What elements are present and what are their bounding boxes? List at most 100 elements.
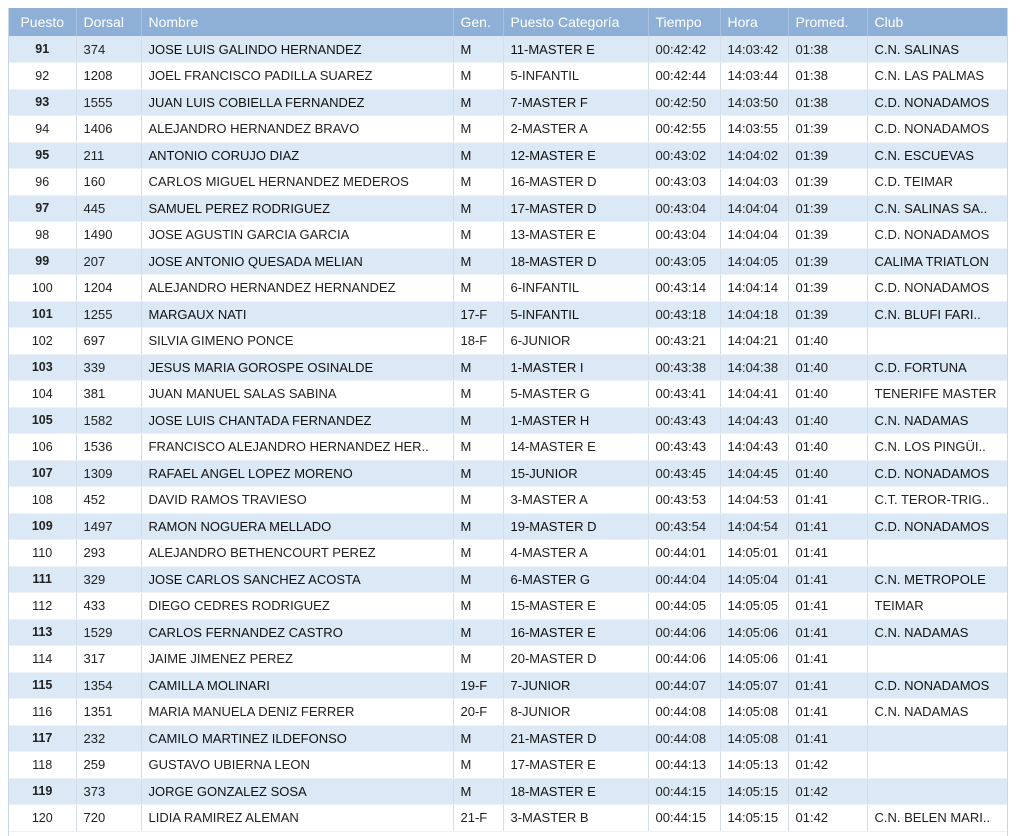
cell-dorsal: 232 <box>76 725 142 752</box>
cell-club <box>867 539 1007 567</box>
cell-promed: 01:41 <box>788 539 868 567</box>
cell-tiempo: 00:43:02 <box>648 142 721 169</box>
cell-club <box>867 645 1007 673</box>
table-body: 91 374 JOSE LUIS GALINDO HERNANDEZ M 11-MAST… <box>9 36 1007 832</box>
cell-nombre: JOSE CARLOS SANCHEZ ACOSTA <box>141 566 454 593</box>
cell-club: C.N. METROPOLE <box>867 566 1007 593</box>
cell-promed: 01:39 <box>788 195 868 222</box>
cell-promed: 01:40 <box>788 460 868 487</box>
header-puesto[interactable]: Puesto <box>9 8 77 36</box>
table-row: 115 1354 CAMILLA MOLINARI 19-F 7-JUNIOR 00:44… <box>9 672 1007 699</box>
header-promed[interactable]: Promed. <box>788 8 868 36</box>
cell-promed: 01:41 <box>788 725 868 752</box>
header-nombre[interactable]: Nombre <box>141 8 454 36</box>
cell-hora: 14:05:15 <box>720 804 789 832</box>
cell-club: C.D. NONADAMOS <box>867 672 1007 699</box>
cell-puesto: 115 <box>9 672 77 699</box>
cell-gen: 18-F <box>453 327 504 355</box>
header-puesto-categoria[interactable]: Puesto Categoría <box>503 8 649 36</box>
cell-nombre: JOSE AGUSTIN GARCIA GARCIA <box>141 221 454 249</box>
cell-puesto: 108 <box>9 486 77 514</box>
cell-nombre: JOSE LUIS CHANTADA FERNANDEZ <box>141 407 454 434</box>
cell-puesto: 91 <box>9 36 77 63</box>
cell-club: TEIMAR <box>867 592 1007 620</box>
cell-hora: 14:03:44 <box>720 62 789 90</box>
cell-hora: 14:05:06 <box>720 645 789 673</box>
cell-hora: 14:04:21 <box>720 327 789 355</box>
cell-club: TENERIFE MASTER <box>867 380 1007 408</box>
cell-puesto-categoria: 15-MASTER E <box>503 592 649 620</box>
cell-puesto-categoria: 17-MASTER D <box>503 195 649 222</box>
cell-gen: 21-F <box>453 804 504 832</box>
cell-dorsal: 211 <box>76 142 142 169</box>
cell-nombre: ALEJANDRO BETHENCOURT PEREZ <box>141 539 454 567</box>
cell-tiempo: 00:44:06 <box>648 619 721 646</box>
cell-nombre: JORGE GONZALEZ SOSA <box>141 778 454 805</box>
cell-dorsal: 160 <box>76 168 142 196</box>
cell-dorsal: 1555 <box>76 89 142 116</box>
cell-hora: 14:04:41 <box>720 380 789 408</box>
header-tiempo[interactable]: Tiempo <box>648 8 721 36</box>
cell-puesto-categoria: 5-INFANTIL <box>503 62 649 90</box>
cell-gen: M <box>453 221 504 249</box>
cell-club: C.N. NADAMAS <box>867 698 1007 726</box>
cell-puesto-categoria: 13-MASTER E <box>503 221 649 249</box>
cell-dorsal: 317 <box>76 645 142 673</box>
table-row: 113 1529 CARLOS FERNANDEZ CASTRO M 16-MASTER… <box>9 619 1007 646</box>
cell-hora: 14:04:43 <box>720 433 789 461</box>
cell-tiempo: 00:44:05 <box>648 592 721 620</box>
cell-puesto: 106 <box>9 433 77 461</box>
cell-nombre: JOSE LUIS GALINDO HERNANDEZ <box>141 36 454 63</box>
cell-tiempo: 00:43:41 <box>648 380 721 408</box>
cell-tiempo: 00:43:38 <box>648 354 721 381</box>
cell-gen: M <box>453 407 504 434</box>
table-row: 95 211 ANTONIO CORUJO DIAZ M 12-MASTER E 00:4… <box>9 142 1007 169</box>
cell-dorsal: 1309 <box>76 460 142 487</box>
cell-nombre: DAVID RAMOS TRAVIESO <box>141 486 454 514</box>
cell-hora: 14:04:45 <box>720 460 789 487</box>
cell-club: C.D. NONADAMOS <box>867 89 1007 116</box>
cell-tiempo: 00:43:53 <box>648 486 721 514</box>
table-row: 107 1309 RAFAEL ANGEL LOPEZ MORENO M 15-JUNI… <box>9 460 1007 487</box>
header-gen[interactable]: Gen. <box>453 8 504 36</box>
cell-gen: M <box>453 433 504 461</box>
header-club[interactable]: Club <box>867 8 1007 36</box>
cell-gen: M <box>453 486 504 514</box>
cell-puesto: 103 <box>9 354 77 381</box>
cell-hora: 14:04:54 <box>720 513 789 540</box>
cell-club <box>867 778 1007 805</box>
cell-puesto: 112 <box>9 592 77 620</box>
cell-promed: 01:39 <box>788 221 868 249</box>
cell-nombre: MARGAUX NATI <box>141 301 454 328</box>
cell-nombre: RAMON NOGUERA MELLADO <box>141 513 454 540</box>
cell-dorsal: 374 <box>76 36 142 63</box>
table-row: 100 1204 ALEJANDRO HERNANDEZ HERNANDEZ M 6-I… <box>9 274 1007 302</box>
cell-club <box>867 327 1007 355</box>
cell-dorsal: 1490 <box>76 221 142 249</box>
cell-puesto-categoria: 21-MASTER D <box>503 725 649 752</box>
cell-gen: M <box>453 36 504 63</box>
cell-puesto-categoria: 11-MASTER E <box>503 36 649 63</box>
cell-puesto-categoria: 14-MASTER E <box>503 433 649 461</box>
cell-club <box>867 751 1007 779</box>
cell-puesto: 96 <box>9 168 77 196</box>
header-hora[interactable]: Hora <box>720 8 789 36</box>
cell-dorsal: 452 <box>76 486 142 514</box>
cell-puesto: 101 <box>9 301 77 328</box>
cell-gen: M <box>453 645 504 673</box>
cell-gen: M <box>453 168 504 196</box>
cell-club: C.N. SALINAS <box>867 36 1007 63</box>
cell-gen: 20-F <box>453 698 504 726</box>
cell-hora: 14:05:07 <box>720 672 789 699</box>
cell-promed: 01:40 <box>788 354 868 381</box>
cell-nombre: SAMUEL PEREZ RODRIGUEZ <box>141 195 454 222</box>
cell-gen: M <box>453 778 504 805</box>
cell-nombre: ALEJANDRO HERNANDEZ BRAVO <box>141 115 454 143</box>
cell-puesto: 116 <box>9 698 77 726</box>
cell-dorsal: 1354 <box>76 672 142 699</box>
header-dorsal[interactable]: Dorsal <box>76 8 142 36</box>
table-row: 118 259 GUSTAVO UBIERNA LEON M 17-MASTER E 00… <box>9 751 1007 779</box>
cell-club: C.D. NONADAMOS <box>867 274 1007 302</box>
cell-promed: 01:39 <box>788 248 868 275</box>
table-row: 91 374 JOSE LUIS GALINDO HERNANDEZ M 11-MAST… <box>9 36 1007 63</box>
